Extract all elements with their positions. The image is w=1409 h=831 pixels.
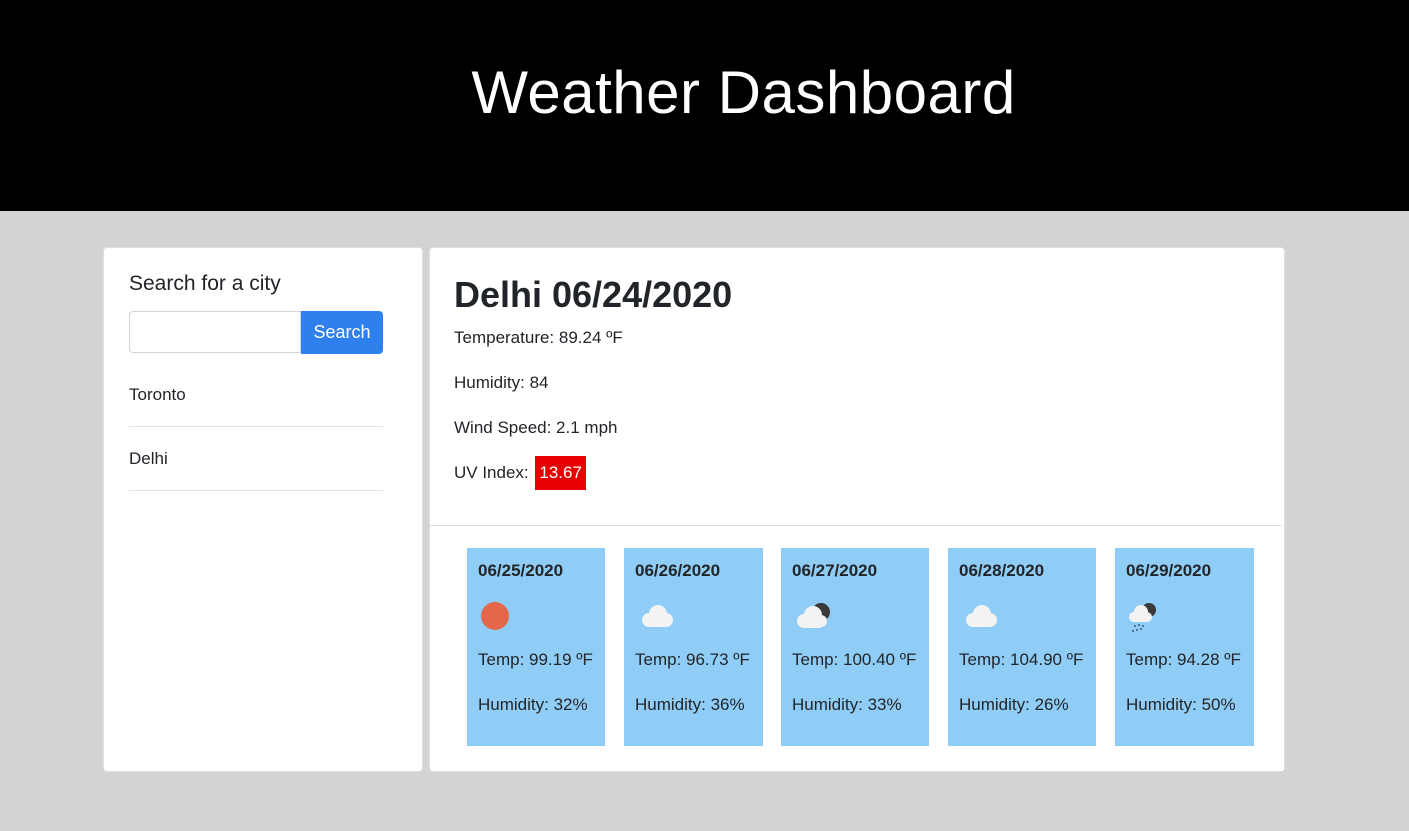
search-heading: Search for a city <box>129 272 281 295</box>
forecast-temp: Temp: 100.40 ºF <box>792 650 917 669</box>
search-input[interactable] <box>129 311 301 353</box>
search-panel: Search for a city Search Toronto Delhi <box>103 247 423 772</box>
forecast-temp: Temp: 94.28 ºF <box>1126 650 1241 669</box>
weather-panel: Delhi 06/24/2020 Temperature: 89.24 ºF H… <box>429 247 1285 772</box>
current-uv-row: UV Index: 13.67 <box>454 456 586 490</box>
forecast-temp: Temp: 104.90 ºF <box>959 650 1084 669</box>
forecast-card: 06/28/2020 Temp: 104.90 ºF Humidity: 26% <box>948 548 1096 746</box>
forecast-card: 06/27/2020 Temp: 100.40 ºF Humidity: 33% <box>781 548 929 746</box>
history-item-label: Delhi <box>129 449 168 468</box>
history-item-delhi[interactable]: Delhi <box>129 427 383 491</box>
cloud-icon <box>642 605 673 627</box>
current-city-title: Delhi 06/24/2020 <box>454 274 733 315</box>
forecast-date: 06/28/2020 <box>959 561 1045 580</box>
forecast-date: 06/27/2020 <box>792 561 878 580</box>
history-item-label: Toronto <box>129 385 186 404</box>
forecast-temp: Temp: 96.73 ºF <box>635 650 750 669</box>
forecast-card: 06/29/2020 Temp: 94.28 ºF Humidity: 50% <box>1115 548 1254 746</box>
forecast-humidity: Humidity: 36% <box>635 695 745 714</box>
sun-icon <box>481 602 509 630</box>
forecast-card: 06/25/2020 Temp: 99.19 ºF Humidity: 32% <box>467 548 605 746</box>
forecast-date: 06/25/2020 <box>478 561 564 580</box>
forecast-humidity: Humidity: 32% <box>478 695 588 714</box>
cloud-moon-icon <box>797 603 830 628</box>
search-button[interactable]: Search <box>301 311 383 354</box>
current-temperature: Temperature: 89.24 ºF <box>454 328 623 347</box>
cloud-icon <box>966 605 997 627</box>
forecast-temp: Temp: 99.19 ºF <box>478 650 593 669</box>
current-humidity: Humidity: 84 <box>454 373 549 392</box>
history-item-toronto[interactable]: Toronto <box>129 375 383 427</box>
page-title: Weather Dashboard <box>471 59 1016 126</box>
header-banner: Weather Dashboard <box>0 0 1409 211</box>
forecast-humidity: Humidity: 50% <box>1126 695 1236 714</box>
forecast-section: 06/25/2020 Temp: 99.19 ºF Humidity: 32% … <box>430 525 1282 771</box>
forecast-date: 06/29/2020 <box>1126 561 1212 580</box>
forecast-humidity: Humidity: 26% <box>959 695 1069 714</box>
forecast-date: 06/26/2020 <box>635 561 721 580</box>
rain-night-icon <box>1129 603 1156 633</box>
forecast-humidity: Humidity: 33% <box>792 695 902 714</box>
uv-label: UV Index: <box>454 463 534 482</box>
forecast-card: 06/26/2020 Temp: 96.73 ºF Humidity: 36% <box>624 548 763 746</box>
current-wind-speed: Wind Speed: 2.1 mph <box>454 418 618 437</box>
uv-index-badge: 13.67 <box>535 456 586 490</box>
